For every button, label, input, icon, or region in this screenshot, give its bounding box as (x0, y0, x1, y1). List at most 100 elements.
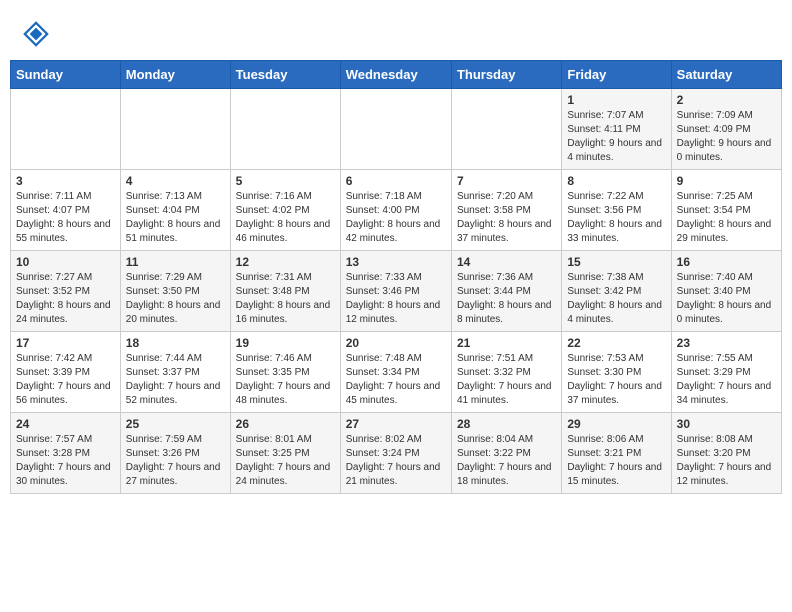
day-number: 27 (346, 417, 446, 431)
calendar-cell: 9 Sunrise: 7:25 AM Sunset: 3:54 PM Daylig… (671, 170, 781, 251)
day-info: Sunrise: 7:25 AM Sunset: 3:54 PM Dayligh… (677, 190, 776, 246)
calendar-cell: 27 Sunrise: 8:02 AM Sunset: 3:24 PM Dayli… (340, 413, 451, 494)
calendar-week-row: 24Sunrise: 7:57 AM Sunset: 3:28 PM Dayli… (11, 413, 782, 494)
day-number: 10 (16, 255, 115, 269)
calendar-cell: 1 Sunrise: 7:07 AM Sunset: 4:11 PM Daylig… (562, 89, 671, 170)
calendar-cell: 28 Sunrise: 8:04 AM Sunset: 3:22 PM Dayli… (451, 413, 561, 494)
day-info: Sunrise: 8:01 AM Sunset: 3:25 PM Dayligh… (236, 433, 335, 489)
day-info: Sunrise: 7:42 AM Sunset: 3:39 PM Dayligh… (16, 352, 115, 408)
day-info: Sunrise: 7:33 AM Sunset: 3:46 PM Dayligh… (346, 271, 446, 327)
calendar-cell: 5 Sunrise: 7:16 AM Sunset: 4:02 PM Daylig… (230, 170, 340, 251)
header-day: Thursday (451, 61, 561, 89)
day-number: 2 (677, 93, 776, 107)
header-day: Tuesday (230, 61, 340, 89)
day-number: 26 (236, 417, 335, 431)
day-info: Sunrise: 7:27 AM Sunset: 3:52 PM Dayligh… (16, 271, 115, 327)
day-info: Sunrise: 7:55 AM Sunset: 3:29 PM Dayligh… (677, 352, 776, 408)
day-number: 11 (126, 255, 225, 269)
day-info: Sunrise: 7:18 AM Sunset: 4:00 PM Dayligh… (346, 190, 446, 246)
day-info: Sunrise: 7:16 AM Sunset: 4:02 PM Dayligh… (236, 190, 335, 246)
day-info: Sunrise: 7:31 AM Sunset: 3:48 PM Dayligh… (236, 271, 335, 327)
header-day: Friday (562, 61, 671, 89)
calendar-week-row: 17Sunrise: 7:42 AM Sunset: 3:39 PM Dayli… (11, 332, 782, 413)
header-row: SundayMondayTuesdayWednesdayThursdayFrid… (11, 61, 782, 89)
calendar-cell: 6 Sunrise: 7:18 AM Sunset: 4:00 PM Daylig… (340, 170, 451, 251)
logo (20, 18, 56, 50)
calendar-cell: 29 Sunrise: 8:06 AM Sunset: 3:21 PM Dayli… (562, 413, 671, 494)
day-info: Sunrise: 7:20 AM Sunset: 3:58 PM Dayligh… (457, 190, 556, 246)
calendar-cell (340, 89, 451, 170)
calendar-cell: 4 Sunrise: 7:13 AM Sunset: 4:04 PM Daylig… (120, 170, 230, 251)
day-number: 22 (567, 336, 665, 350)
calendar-cell: 21 Sunrise: 7:51 AM Sunset: 3:32 PM Dayli… (451, 332, 561, 413)
calendar-cell: 13 Sunrise: 7:33 AM Sunset: 3:46 PM Dayli… (340, 251, 451, 332)
day-number: 12 (236, 255, 335, 269)
day-info: Sunrise: 8:02 AM Sunset: 3:24 PM Dayligh… (346, 433, 446, 489)
day-number: 9 (677, 174, 776, 188)
header-day: Monday (120, 61, 230, 89)
day-number: 29 (567, 417, 665, 431)
day-number: 16 (677, 255, 776, 269)
day-number: 19 (236, 336, 335, 350)
day-number: 1 (567, 93, 665, 107)
day-number: 23 (677, 336, 776, 350)
calendar-body: 1 Sunrise: 7:07 AM Sunset: 4:11 PM Daylig… (11, 89, 782, 494)
header-day: Sunday (11, 61, 121, 89)
calendar-cell: 15 Sunrise: 7:38 AM Sunset: 3:42 PM Dayli… (562, 251, 671, 332)
day-info: Sunrise: 7:36 AM Sunset: 3:44 PM Dayligh… (457, 271, 556, 327)
calendar-cell: 14 Sunrise: 7:36 AM Sunset: 3:44 PM Dayli… (451, 251, 561, 332)
calendar-cell: 23 Sunrise: 7:55 AM Sunset: 3:29 PM Dayli… (671, 332, 781, 413)
day-number: 4 (126, 174, 225, 188)
day-info: Sunrise: 7:59 AM Sunset: 3:26 PM Dayligh… (126, 433, 225, 489)
calendar-header: SundayMondayTuesdayWednesdayThursdayFrid… (11, 61, 782, 89)
calendar-cell: 8Sunrise: 7:22 AM Sunset: 3:56 PM Daylig… (562, 170, 671, 251)
day-number: 21 (457, 336, 556, 350)
day-number: 18 (126, 336, 225, 350)
calendar-cell: 11 Sunrise: 7:29 AM Sunset: 3:50 PM Dayli… (120, 251, 230, 332)
day-number: 28 (457, 417, 556, 431)
calendar-cell: 25 Sunrise: 7:59 AM Sunset: 3:26 PM Dayli… (120, 413, 230, 494)
day-info: Sunrise: 7:13 AM Sunset: 4:04 PM Dayligh… (126, 190, 225, 246)
day-number: 3 (16, 174, 115, 188)
day-number: 13 (346, 255, 446, 269)
calendar-cell: 24Sunrise: 7:57 AM Sunset: 3:28 PM Dayli… (11, 413, 121, 494)
calendar-cell: 30Sunrise: 8:08 AM Sunset: 3:20 PM Dayli… (671, 413, 781, 494)
calendar-cell: 2Sunrise: 7:09 AM Sunset: 4:09 PM Daylig… (671, 89, 781, 170)
day-info: Sunrise: 7:38 AM Sunset: 3:42 PM Dayligh… (567, 271, 665, 327)
day-number: 25 (126, 417, 225, 431)
day-number: 20 (346, 336, 446, 350)
calendar-table: SundayMondayTuesdayWednesdayThursdayFrid… (10, 60, 782, 494)
calendar-cell (230, 89, 340, 170)
day-info: Sunrise: 7:44 AM Sunset: 3:37 PM Dayligh… (126, 352, 225, 408)
day-info: Sunrise: 8:04 AM Sunset: 3:22 PM Dayligh… (457, 433, 556, 489)
day-number: 14 (457, 255, 556, 269)
day-info: Sunrise: 7:48 AM Sunset: 3:34 PM Dayligh… (346, 352, 446, 408)
day-info: Sunrise: 7:53 AM Sunset: 3:30 PM Dayligh… (567, 352, 665, 408)
calendar-week-row: 1 Sunrise: 7:07 AM Sunset: 4:11 PM Daylig… (11, 89, 782, 170)
calendar-cell (451, 89, 561, 170)
calendar-cell: 18 Sunrise: 7:44 AM Sunset: 3:37 PM Dayli… (120, 332, 230, 413)
day-info: Sunrise: 7:46 AM Sunset: 3:35 PM Dayligh… (236, 352, 335, 408)
calendar-cell: 3 Sunrise: 7:11 AM Sunset: 4:07 PM Daylig… (11, 170, 121, 251)
day-number: 15 (567, 255, 665, 269)
day-number: 6 (346, 174, 446, 188)
day-info: Sunrise: 8:06 AM Sunset: 3:21 PM Dayligh… (567, 433, 665, 489)
page-header (0, 0, 792, 60)
header-day: Wednesday (340, 61, 451, 89)
day-info: Sunrise: 7:22 AM Sunset: 3:56 PM Dayligh… (567, 190, 665, 246)
calendar-cell: 19 Sunrise: 7:46 AM Sunset: 3:35 PM Dayli… (230, 332, 340, 413)
day-info: Sunrise: 7:51 AM Sunset: 3:32 PM Dayligh… (457, 352, 556, 408)
day-info: Sunrise: 7:11 AM Sunset: 4:07 PM Dayligh… (16, 190, 115, 246)
calendar-cell: 22 Sunrise: 7:53 AM Sunset: 3:30 PM Dayli… (562, 332, 671, 413)
day-number: 24 (16, 417, 115, 431)
calendar-week-row: 3 Sunrise: 7:11 AM Sunset: 4:07 PM Daylig… (11, 170, 782, 251)
calendar-cell: 7Sunrise: 7:20 AM Sunset: 3:58 PM Daylig… (451, 170, 561, 251)
calendar-cell: 10 Sunrise: 7:27 AM Sunset: 3:52 PM Dayli… (11, 251, 121, 332)
calendar-cell: 12 Sunrise: 7:31 AM Sunset: 3:48 PM Dayli… (230, 251, 340, 332)
day-info: Sunrise: 7:07 AM Sunset: 4:11 PM Dayligh… (567, 109, 665, 165)
calendar-cell: 20 Sunrise: 7:48 AM Sunset: 3:34 PM Dayli… (340, 332, 451, 413)
day-number: 5 (236, 174, 335, 188)
calendar-cell: 26 Sunrise: 8:01 AM Sunset: 3:25 PM Dayli… (230, 413, 340, 494)
day-info: Sunrise: 7:29 AM Sunset: 3:50 PM Dayligh… (126, 271, 225, 327)
day-number: 30 (677, 417, 776, 431)
